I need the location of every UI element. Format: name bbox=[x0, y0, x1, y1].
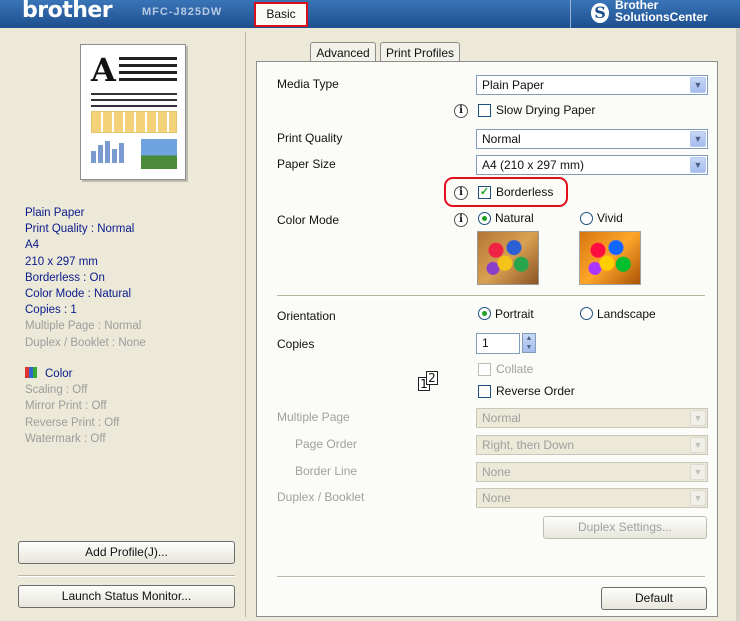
add-profile-button[interactable]: Add Profile(J)... bbox=[18, 541, 235, 564]
orientation-label: Orientation bbox=[277, 309, 336, 323]
solutions-center-icon: S bbox=[591, 3, 609, 23]
color-mode-label: Color Mode bbox=[277, 213, 340, 227]
summary-reverse: Reverse Print : Off bbox=[25, 416, 120, 429]
borderless-label: Borderless bbox=[496, 185, 554, 199]
paper-size-label: Paper Size bbox=[277, 157, 336, 171]
paper-size-select[interactable]: A4 (210 x 297 mm) ▼ bbox=[476, 155, 708, 175]
default-button[interactable]: Default bbox=[601, 587, 707, 610]
preview-chart-icon bbox=[91, 141, 131, 169]
summary-color-block: Color Scaling : Off Mirror Print : Off R… bbox=[25, 366, 119, 447]
summary-duplex: Duplex / Booklet : None bbox=[25, 336, 146, 349]
window-border bbox=[736, 28, 740, 621]
duplex-select[interactable]: None ▼ bbox=[476, 488, 708, 508]
summary-media: Plain Paper bbox=[25, 207, 85, 219]
borderless-checkbox[interactable]: ✓ bbox=[478, 186, 491, 199]
summary-scaling: Scaling : Off bbox=[25, 384, 88, 397]
collate-checkbox[interactable] bbox=[478, 363, 491, 376]
model-name: MFC-J825DW bbox=[142, 6, 223, 18]
duplex-label: Duplex / Booklet bbox=[277, 490, 365, 504]
summary-watermark: Watermark : Off bbox=[25, 432, 106, 445]
multiple-page-select[interactable]: Normal ▼ bbox=[476, 408, 708, 428]
summary-color: Color bbox=[45, 368, 73, 380]
chevron-down-icon: ▼ bbox=[690, 410, 706, 426]
multiple-page-label: Multiple Page bbox=[277, 410, 350, 424]
slow-drying-label: Slow Drying Paper bbox=[496, 103, 596, 117]
natural-label: Natural bbox=[495, 211, 534, 225]
summary-multiple-page: Multiple Page : Normal bbox=[25, 320, 142, 333]
chevron-up-icon: ▲ bbox=[525, 335, 533, 342]
reverse-order-checkbox[interactable] bbox=[478, 385, 491, 398]
reverse-order-label: Reverse Order bbox=[496, 384, 575, 398]
duplex-settings-button[interactable]: Duplex Settings... bbox=[543, 516, 707, 539]
summary-size: A4 bbox=[25, 239, 40, 252]
slow-drying-checkbox[interactable] bbox=[478, 104, 491, 117]
brand-logo: brother bbox=[22, 0, 113, 23]
summary-quality: Print Quality : Normal bbox=[25, 223, 135, 236]
chevron-down-icon: ▼ bbox=[690, 490, 706, 506]
chevron-down-icon: ▼ bbox=[690, 77, 706, 93]
natural-sample-image bbox=[477, 231, 539, 285]
media-type-label: Media Type bbox=[277, 77, 339, 91]
page-preview: A bbox=[80, 44, 186, 180]
summary-color-mode: Color Mode : Natural bbox=[25, 288, 132, 301]
print-quality-select[interactable]: Normal ▼ bbox=[476, 129, 708, 149]
page-order-label: Page Order bbox=[295, 437, 358, 451]
copies-stepper[interactable]: ▲ ▼ bbox=[522, 333, 536, 353]
landscape-radio[interactable] bbox=[580, 307, 593, 320]
preview-heading-lines bbox=[119, 57, 177, 85]
chevron-down-icon: ▼ bbox=[690, 437, 706, 453]
chevron-down-icon: ▼ bbox=[690, 157, 706, 173]
border-line-select[interactable]: None ▼ bbox=[476, 462, 708, 482]
copies-input[interactable]: 1 bbox=[476, 333, 520, 354]
settings-summary: Plain Paper Print Quality : Normal A4 21… bbox=[25, 205, 146, 351]
landscape-label: Landscape bbox=[597, 307, 656, 321]
brand-banner: brother MFC-J825DW S Brother SolutionsCe… bbox=[0, 0, 740, 28]
divider bbox=[277, 295, 705, 297]
color-icon bbox=[25, 367, 37, 378]
preview-letter-icon: A bbox=[91, 51, 116, 89]
vivid-sample-image bbox=[579, 231, 641, 285]
solutions-center-link[interactable]: S Brother SolutionsCenter bbox=[570, 0, 734, 28]
info-icon[interactable]: i bbox=[454, 104, 468, 118]
portrait-radio[interactable] bbox=[478, 307, 491, 320]
divider bbox=[18, 575, 235, 577]
vivid-label: Vivid bbox=[597, 211, 623, 225]
summary-size-mm: 210 x 297 mm bbox=[25, 255, 98, 268]
chevron-down-icon: ▼ bbox=[525, 344, 533, 351]
summary-borderless: Borderless : On bbox=[25, 271, 105, 284]
print-quality-label: Print Quality bbox=[277, 131, 343, 145]
preview-table bbox=[91, 111, 177, 133]
summary-copies: Copies : 1 bbox=[25, 304, 77, 317]
info-icon[interactable]: i bbox=[454, 186, 468, 200]
natural-radio[interactable] bbox=[478, 212, 491, 225]
summary-mirror: Mirror Print : Off bbox=[25, 400, 107, 413]
border-line-label: Border Line bbox=[295, 464, 358, 478]
page-order-select[interactable]: Right, then Down ▼ bbox=[476, 435, 708, 455]
chevron-down-icon: ▼ bbox=[690, 464, 706, 480]
info-icon[interactable]: i bbox=[454, 213, 468, 227]
launch-status-monitor-button[interactable]: Launch Status Monitor... bbox=[18, 585, 235, 608]
copies-label: Copies bbox=[277, 337, 315, 351]
collate-label: Collate bbox=[496, 362, 534, 376]
chevron-down-icon: ▼ bbox=[690, 131, 706, 147]
divider bbox=[277, 576, 705, 578]
preview-text-lines bbox=[91, 93, 177, 111]
solutions-center-label: Brother SolutionsCenter bbox=[615, 0, 708, 24]
collate-pages-icon: 12 bbox=[418, 371, 440, 393]
preview-pane: A Plain Paper Print Quality : Normal A4 … bbox=[8, 32, 246, 617]
preview-image-icon bbox=[141, 139, 177, 169]
media-type-select[interactable]: Plain Paper ▼ bbox=[476, 75, 708, 95]
portrait-label: Portrait bbox=[495, 307, 534, 321]
vivid-radio[interactable] bbox=[580, 212, 593, 225]
tab-basic[interactable]: Basic bbox=[254, 2, 308, 27]
